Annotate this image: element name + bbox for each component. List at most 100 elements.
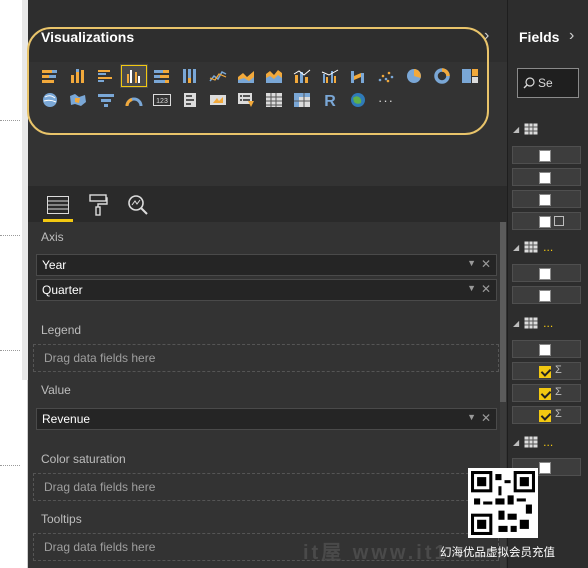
canvas-gridline (0, 350, 20, 351)
scrollbar-thumb[interactable] (500, 222, 506, 402)
field-checkbox[interactable] (539, 366, 551, 378)
caret-down-icon[interactable]: ◢ (513, 319, 519, 328)
fields-search-input[interactable]: Se (517, 68, 579, 98)
multi-row-card-icon[interactable] (176, 88, 204, 112)
legend-drop-zone[interactable]: Drag data fields here (33, 344, 499, 372)
card-icon[interactable]: 123 (148, 88, 176, 112)
100-stacked-column-icon[interactable] (176, 64, 204, 88)
search-placeholder: Se (538, 76, 553, 90)
100-stacked-bar-icon[interactable] (148, 64, 176, 88)
table-icon (524, 317, 538, 329)
axis-field-quarter[interactable]: Quarter ▼ ✕ (36, 279, 497, 301)
field-row[interactable] (512, 168, 581, 186)
field-checkbox[interactable] (539, 410, 551, 422)
field-row[interactable] (512, 264, 581, 282)
tooltips-well-label: Tooltips (41, 512, 82, 526)
color-saturation-drop-zone[interactable]: Drag data fields here (33, 473, 499, 501)
legend-well-label: Legend (41, 323, 82, 337)
map-icon[interactable] (36, 88, 64, 112)
search-icon (523, 77, 535, 89)
slicer-icon[interactable] (232, 88, 260, 112)
table-node[interactable]: ◢ ... (513, 316, 553, 330)
chevron-right-icon[interactable]: › (569, 27, 574, 45)
area-chart-icon[interactable] (232, 64, 260, 88)
format-paint-roller-icon[interactable] (81, 190, 115, 220)
svg-text:R: R (324, 93, 336, 108)
field-row[interactable] (512, 212, 581, 230)
canvas-gridline (0, 235, 20, 236)
visualizations-spacer (28, 136, 507, 186)
filled-map-icon[interactable] (64, 88, 92, 112)
field-checkbox[interactable] (539, 216, 551, 228)
field-checkbox[interactable] (539, 150, 551, 162)
r-visual-icon[interactable]: R (316, 88, 344, 112)
field-checkbox[interactable] (539, 268, 551, 280)
field-row[interactable]: Σ (512, 384, 581, 402)
chevron-right-icon[interactable]: › (484, 27, 489, 45)
stacked-bar-icon[interactable] (36, 64, 64, 88)
axis-field-year[interactable]: Year ▼ ✕ (36, 254, 497, 276)
pie-chart-icon[interactable] (400, 64, 428, 88)
watermark-site: it屋 www.it1 (303, 542, 449, 564)
table-more-icon[interactable]: ... (543, 435, 553, 449)
clustered-column-icon[interactable] (120, 64, 148, 88)
visualizations-header: Visualizations › (28, 0, 507, 62)
sigma-icon: Σ (555, 364, 562, 376)
chevron-down-icon[interactable]: ▼ (467, 258, 476, 268)
close-icon[interactable]: ✕ (481, 411, 491, 425)
caret-down-icon[interactable]: ◢ (513, 243, 519, 252)
funnel-icon[interactable] (92, 88, 120, 112)
value-well-label: Value (41, 383, 71, 397)
line-chart-icon[interactable] (204, 64, 232, 88)
close-icon[interactable]: ✕ (481, 282, 491, 296)
stacked-area-icon[interactable] (260, 64, 288, 88)
field-row[interactable] (512, 146, 581, 164)
visualization-tabs (28, 186, 507, 222)
field-checkbox[interactable] (539, 344, 551, 356)
table-icon[interactable] (260, 88, 288, 112)
field-checkbox[interactable] (539, 388, 551, 400)
field-row[interactable] (512, 340, 581, 358)
analytics-magnifier-icon[interactable] (121, 190, 155, 220)
field-row[interactable]: Σ (512, 362, 581, 380)
table-more-icon[interactable]: ... (543, 316, 553, 330)
svg-text:123: 123 (156, 98, 168, 105)
field-checkbox[interactable] (539, 290, 551, 302)
gauge-icon[interactable] (120, 88, 148, 112)
treemap-icon[interactable] (456, 64, 484, 88)
fields-title: Fields (519, 29, 560, 45)
clustered-bar-icon[interactable] (92, 64, 120, 88)
line-clustered-column-icon[interactable] (316, 64, 344, 88)
close-icon[interactable]: ✕ (481, 257, 491, 271)
matrix-icon[interactable] (288, 88, 316, 112)
table-node[interactable]: ◢ ... (513, 435, 553, 449)
donut-chart-icon[interactable] (428, 64, 456, 88)
chevron-down-icon[interactable]: ▼ (467, 283, 476, 293)
scatter-chart-icon[interactable] (372, 64, 400, 88)
caret-down-icon[interactable]: ◢ (513, 125, 519, 134)
table-node[interactable]: ◢ (513, 122, 538, 136)
ribbon-chart-icon[interactable] (344, 64, 372, 88)
globe-map-icon[interactable] (344, 88, 372, 112)
stacked-column-icon[interactable] (64, 64, 92, 88)
field-checkbox[interactable] (539, 462, 551, 474)
chevron-down-icon[interactable]: ▼ (467, 412, 476, 422)
more-icon[interactable]: ··· (372, 88, 400, 112)
value-field-revenue[interactable]: Revenue ▼ ✕ (36, 408, 497, 430)
visual-gallery-row: 123 R ··· (36, 88, 488, 112)
fields-tab-icon[interactable] (41, 190, 75, 222)
table-node[interactable]: ◢ ... (513, 240, 553, 254)
field-row[interactable]: Σ (512, 406, 581, 424)
field-row[interactable] (512, 286, 581, 304)
caret-down-icon[interactable]: ◢ (513, 438, 519, 447)
canvas-gridline (0, 120, 20, 121)
sigma-icon: Σ (555, 408, 562, 420)
line-column-icon[interactable] (288, 64, 316, 88)
watermark-caption: 幻海优品虚拟会员充值 (440, 545, 555, 559)
field-checkbox[interactable] (539, 172, 551, 184)
kpi-icon[interactable] (204, 88, 232, 112)
field-chip-label: Quarter (42, 283, 83, 297)
table-more-icon[interactable]: ... (543, 240, 553, 254)
field-row[interactable] (512, 190, 581, 208)
field-checkbox[interactable] (539, 194, 551, 206)
